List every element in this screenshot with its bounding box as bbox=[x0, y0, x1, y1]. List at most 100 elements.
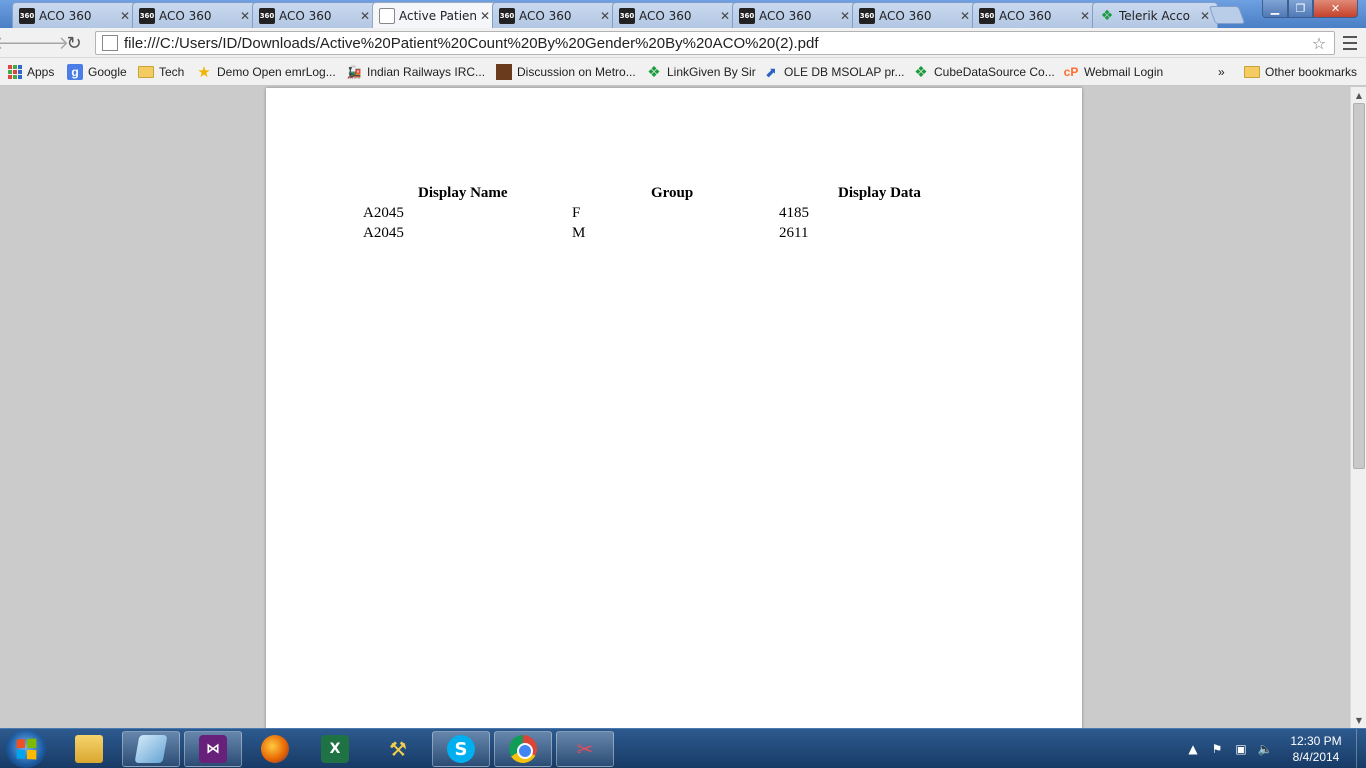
close-icon[interactable]: ✕ bbox=[358, 9, 372, 23]
tab-aco360-9[interactable]: 360 ACO 360 ✕ bbox=[972, 2, 1098, 28]
document-icon bbox=[379, 7, 395, 24]
new-tab-button[interactable] bbox=[1208, 6, 1246, 24]
close-icon[interactable]: ✕ bbox=[598, 9, 612, 23]
bookmark-ole-db[interactable]: ⬈ OLE DB MSOLAP pr... bbox=[763, 62, 905, 82]
bookmark-demo-open-emr[interactable]: ★ Demo Open emrLog... bbox=[196, 62, 336, 82]
clock-date: 8/4/2014 bbox=[1292, 750, 1340, 764]
tab-aco360-7[interactable]: 360 ACO 360 ✕ bbox=[732, 2, 858, 28]
show-hidden-icons-arrow-icon[interactable]: ▲ bbox=[1185, 741, 1201, 757]
chrome-menu-button[interactable] bbox=[1340, 34, 1360, 52]
system-clock[interactable]: 12:30 PM 8/4/2014 bbox=[1282, 733, 1350, 765]
tab-label: ACO 360 bbox=[759, 8, 812, 23]
windows-logo-icon bbox=[16, 738, 37, 760]
folder-icon bbox=[1244, 66, 1260, 78]
forward-button[interactable]: 🡒 bbox=[21, 32, 69, 54]
aco360-icon: 360 bbox=[619, 7, 635, 24]
google-icon: g bbox=[67, 64, 83, 80]
ole-db-icon: ⬈ bbox=[765, 63, 777, 80]
start-button[interactable] bbox=[6, 730, 46, 768]
tab-label: ACO 360 bbox=[639, 8, 692, 23]
reload-button[interactable]: ↻ bbox=[63, 32, 85, 54]
folder-icon bbox=[138, 66, 154, 78]
pdf-page: Display Name Group Display Data A2045 F … bbox=[266, 88, 1082, 748]
column-header-group: Group bbox=[651, 185, 694, 201]
tab-aco360-1[interactable]: 360 ACO 360 ✕ bbox=[12, 2, 138, 28]
aco360-icon: 360 bbox=[259, 7, 275, 24]
bookmark-star-icon[interactable]: ☆ bbox=[1308, 34, 1330, 53]
action-center-flag-icon[interactable]: ⚑ bbox=[1209, 741, 1225, 757]
taskbar-notepad[interactable] bbox=[122, 731, 180, 767]
bookmarks-bar: Apps g Google Tech ★ Demo Open emrLog...… bbox=[0, 58, 1366, 86]
row-2-display-name: A2045 bbox=[363, 225, 404, 241]
tab-label: Telerik Acco bbox=[1119, 8, 1190, 23]
tab-aco360-6[interactable]: 360 ACO 360 ✕ bbox=[612, 2, 738, 28]
url-text[interactable]: file:///C:/Users/ID/Downloads/Active%20P… bbox=[124, 35, 1308, 52]
cpanel-icon: cP bbox=[1063, 65, 1079, 79]
tab-aco360-5[interactable]: 360 ACO 360 ✕ bbox=[492, 2, 618, 28]
row-1-group: F bbox=[572, 205, 581, 221]
tab-label: ACO 360 bbox=[999, 8, 1052, 23]
row-2-group: M bbox=[572, 225, 586, 241]
tab-telerik[interactable]: ❖ Telerik Acco ✕ bbox=[1092, 2, 1218, 28]
railway-icon: 🚂 bbox=[346, 65, 362, 79]
bookmark-discussion[interactable]: Discussion on Metro... bbox=[496, 62, 636, 82]
close-icon[interactable]: ✕ bbox=[958, 9, 972, 23]
taskbar-windows-explorer[interactable] bbox=[60, 731, 118, 767]
vertical-scrollbar[interactable]: ▲ ▼ bbox=[1350, 87, 1366, 728]
close-icon[interactable]: ✕ bbox=[718, 9, 732, 23]
close-icon[interactable]: ✕ bbox=[1078, 9, 1092, 23]
network-icon[interactable]: ▣ bbox=[1233, 741, 1249, 757]
bookmark-linkgiven[interactable]: ❖ LinkGiven By Sir bbox=[646, 62, 755, 82]
tab-aco360-8[interactable]: 360 ACO 360 ✕ bbox=[852, 2, 978, 28]
tab-label: ACO 360 bbox=[879, 8, 932, 23]
aco360-icon: 360 bbox=[19, 7, 35, 24]
taskbar-excel[interactable]: X bbox=[306, 731, 364, 767]
browser-toolbar: 🡐 🡒 ↻ file:///C:/Users/ID/Downloads/Acti… bbox=[0, 28, 1366, 58]
tab-strip: 360 ACO 360 ✕ 360 ACO 360 ✕ 360 ACO 360 … bbox=[0, 0, 1366, 28]
close-icon[interactable]: ✕ bbox=[478, 9, 492, 23]
taskbar-firefox[interactable] bbox=[246, 731, 304, 767]
bookmark-webmail[interactable]: cP Webmail Login bbox=[1063, 62, 1164, 82]
close-icon[interactable]: ✕ bbox=[838, 9, 852, 23]
column-header-display-data: Display Data bbox=[838, 185, 921, 201]
snipping-tool-icon: ✂ bbox=[576, 737, 594, 761]
aco360-icon: 360 bbox=[859, 7, 875, 24]
scroll-up-arrow-icon[interactable]: ▲ bbox=[1351, 87, 1366, 103]
bookmark-google[interactable]: g Google bbox=[67, 62, 127, 82]
taskbar-visual-studio[interactable]: ⋈ bbox=[184, 731, 242, 767]
bookmark-apps[interactable]: Apps bbox=[8, 62, 54, 82]
bookmark-tech[interactable]: Tech bbox=[138, 62, 184, 82]
volume-icon[interactable]: 🔈 bbox=[1257, 741, 1273, 757]
show-desktop-button[interactable] bbox=[1356, 729, 1366, 768]
close-icon[interactable]: ✕ bbox=[238, 9, 252, 23]
bookmark-cubedatasource[interactable]: ❖ CubeDataSource Co... bbox=[913, 62, 1054, 82]
maximize-button[interactable]: ❐ bbox=[1288, 0, 1313, 18]
aco360-icon: 360 bbox=[499, 7, 515, 24]
address-bar[interactable]: file:///C:/Users/ID/Downloads/Active%20P… bbox=[95, 31, 1335, 55]
pdf-viewer: Display Name Group Display Data A2045 F … bbox=[0, 87, 1350, 748]
tab-label: ACO 360 bbox=[279, 8, 332, 23]
bookmark-label: Webmail Login bbox=[1084, 65, 1164, 79]
bookmark-label: Other bookmarks bbox=[1265, 65, 1358, 79]
aco360-icon: 360 bbox=[739, 7, 755, 24]
other-bookmarks[interactable]: Other bookmarks bbox=[1244, 62, 1357, 82]
bookmark-label: Demo Open emrLog... bbox=[217, 65, 336, 79]
close-window-button[interactable]: ✕ bbox=[1313, 0, 1358, 18]
taskbar-snipping-tool[interactable]: ✂ bbox=[556, 731, 614, 767]
tab-label: ACO 360 bbox=[519, 8, 572, 23]
bookmark-indian-railways[interactable]: 🚂 Indian Railways IRC... bbox=[346, 62, 486, 82]
chrome-icon bbox=[509, 735, 537, 763]
taskbar-chrome[interactable] bbox=[494, 731, 552, 767]
row-2-display-data: 2611 bbox=[779, 225, 809, 241]
tab-aco360-2[interactable]: 360 ACO 360 ✕ bbox=[132, 2, 258, 28]
minimize-button[interactable]: ▁ bbox=[1262, 0, 1288, 18]
scroll-down-arrow-icon[interactable]: ▼ bbox=[1351, 712, 1366, 728]
taskbar-tools[interactable]: ⚒ bbox=[369, 731, 427, 767]
tab-active-patient[interactable]: Active Patien ✕ bbox=[372, 2, 498, 28]
bookmarks-overflow-button[interactable]: » bbox=[1218, 62, 1225, 82]
taskbar-skype[interactable]: S bbox=[432, 731, 490, 767]
close-icon[interactable]: ✕ bbox=[118, 9, 132, 23]
scroll-thumb[interactable] bbox=[1353, 103, 1365, 469]
tab-aco360-3[interactable]: 360 ACO 360 ✕ bbox=[252, 2, 378, 28]
bookmark-label: OLE DB MSOLAP pr... bbox=[784, 65, 905, 79]
